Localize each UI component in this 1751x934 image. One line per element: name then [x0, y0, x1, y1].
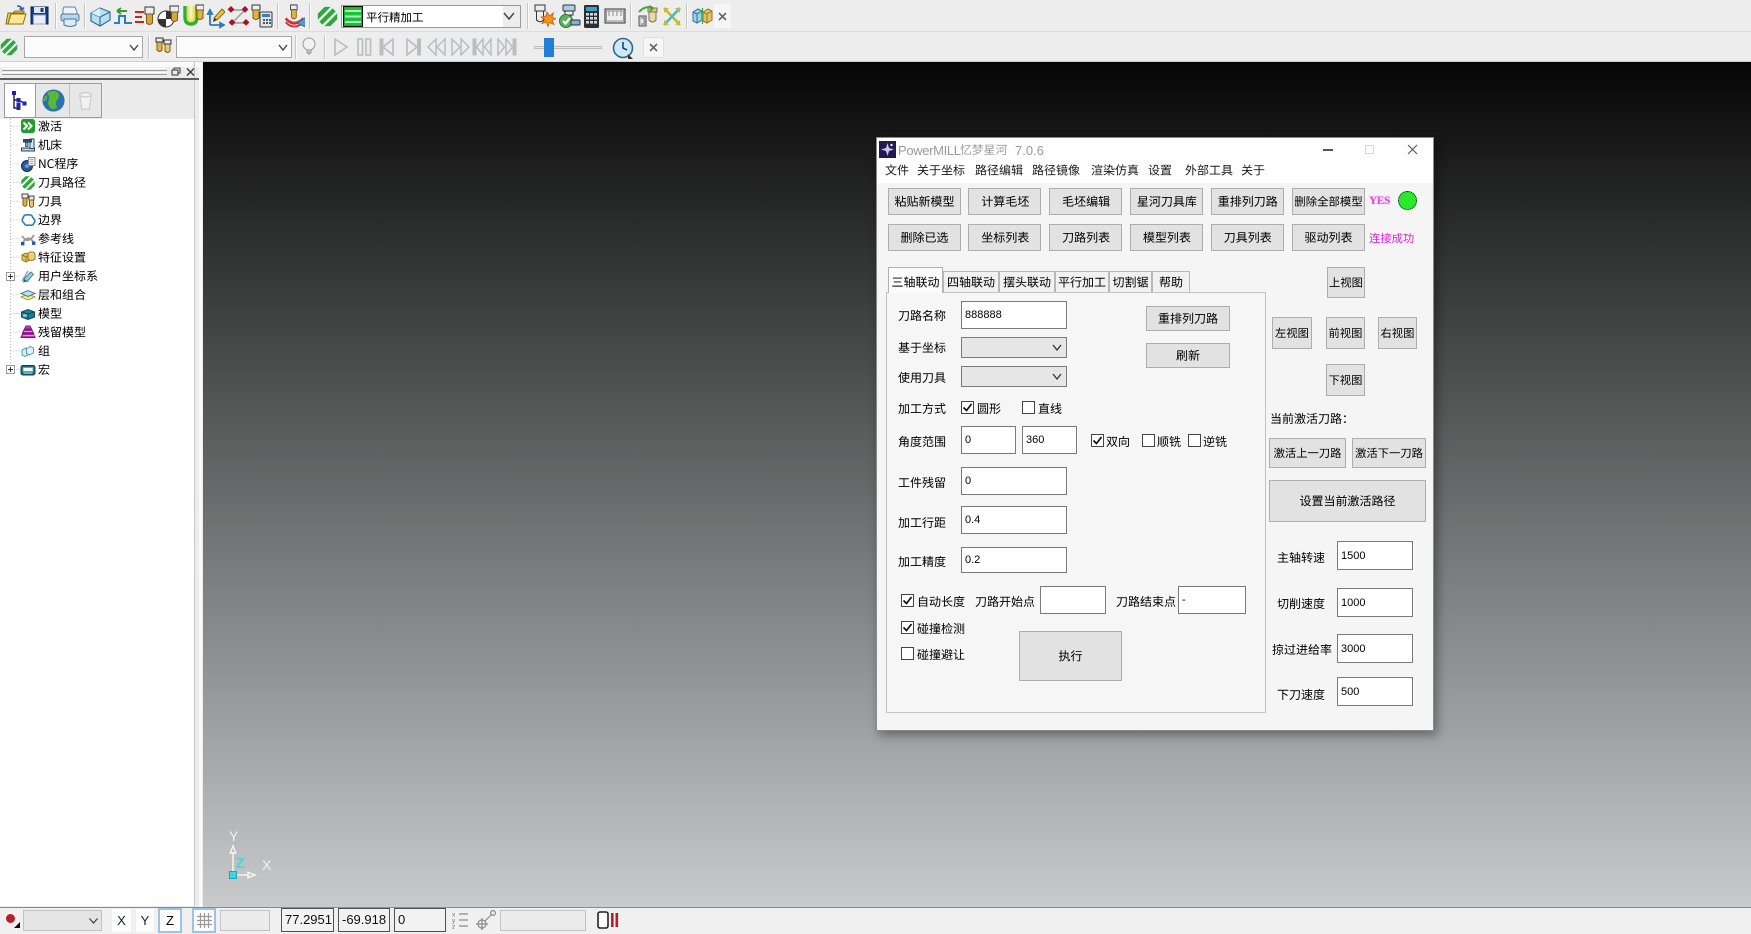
svg-text:Z: Z: [236, 855, 245, 872]
svg-text:Y: Y: [229, 828, 239, 844]
svg-text:X: X: [262, 857, 272, 873]
svg-text:z: z: [452, 924, 455, 931]
